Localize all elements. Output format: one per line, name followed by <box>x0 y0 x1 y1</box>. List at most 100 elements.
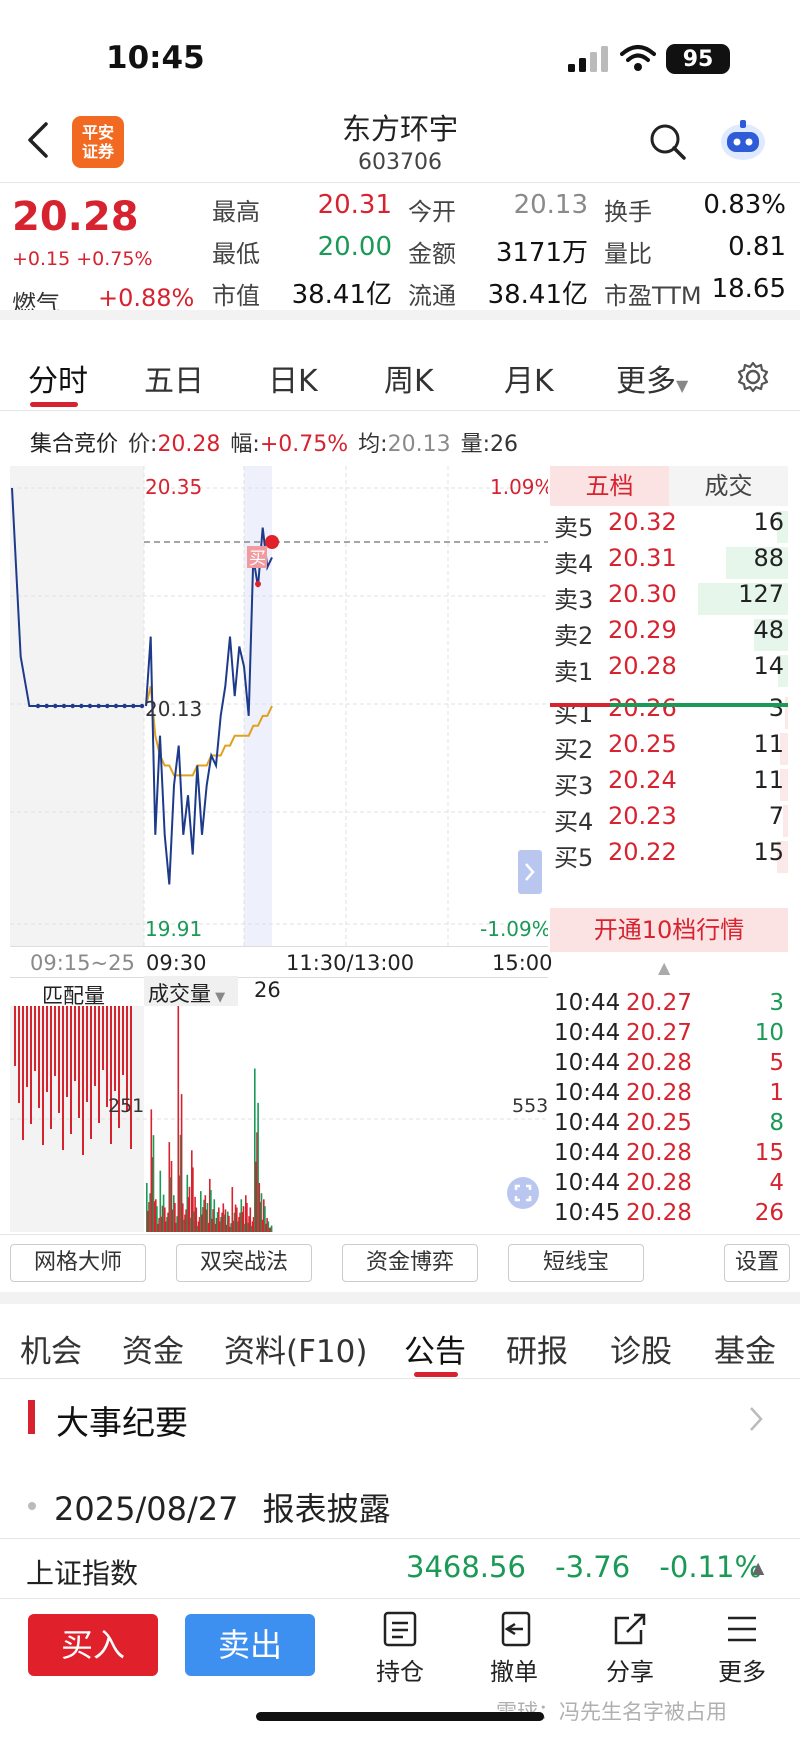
news-tab-research[interactable]: 研报 <box>506 1326 568 1371</box>
tab-weekly-k[interactable]: 周K <box>384 356 434 400</box>
tick-volume: 5 <box>769 1050 784 1076</box>
cancel-order-icon <box>501 1611 531 1647</box>
ai-robot-icon[interactable] <box>716 116 770 164</box>
news-tab-fund[interactable]: 基金 <box>714 1326 776 1371</box>
level-price: 20.32 <box>608 508 677 536</box>
auction-price-label: 价: <box>128 432 158 457</box>
auction-avg-label: 均: <box>358 432 388 457</box>
quote-label: 流通 <box>408 282 456 310</box>
bid-row[interactable]: 买3 20.24 11 <box>550 766 788 804</box>
auction-volume-bar <box>58 1006 60 1113</box>
auction-volume-bar <box>98 1006 100 1123</box>
tick-time: 10:44 <box>554 1050 621 1076</box>
auction-volume-bar <box>106 1006 108 1107</box>
news-tab-opportunity[interactable]: 机会 <box>20 1326 82 1371</box>
auction-volume-bar <box>82 1006 84 1155</box>
auction-volume-bar <box>94 1006 96 1086</box>
more-button[interactable]: 更多 <box>702 1610 782 1687</box>
tool-double-breakout[interactable]: 双突战法 <box>176 1244 312 1282</box>
bid-row[interactable]: 买1 20.26 3 <box>550 694 788 732</box>
index-expand-icon[interactable]: ▲ <box>752 1558 764 1577</box>
level-price: 20.24 <box>608 766 677 794</box>
expand-orderbook-icon[interactable] <box>518 850 542 894</box>
index-name[interactable]: 上证指数 <box>26 1552 138 1592</box>
tick-volume: 8 <box>769 1110 784 1136</box>
tick-time: 10:44 <box>554 1140 621 1166</box>
event-item[interactable]: 2025/08/27 报表披露 <box>54 1484 391 1530</box>
time-close: 15:00 <box>492 951 553 975</box>
index-values: 3468.56 -3.76 -0.11% <box>406 1550 762 1584</box>
tick-volume: 26 <box>754 1200 784 1226</box>
auction-vol: 量:26 <box>461 426 518 458</box>
time-open: 09:30 <box>146 951 207 975</box>
chevron-right-icon[interactable] <box>746 1404 766 1434</box>
auction-point <box>105 703 110 709</box>
ask-row[interactable]: 卖1 20.28 14 <box>550 652 788 690</box>
time-mid: 11:30/13:00 <box>286 951 415 975</box>
tab-five-day[interactable]: 五日 <box>144 356 204 400</box>
tool-grid-master[interactable]: 网格大师 <box>10 1244 146 1282</box>
tool-settings[interactable]: 设置 <box>724 1244 790 1282</box>
upgrade-10-level-button[interactable]: 开通10档行情 <box>550 908 788 952</box>
tab-more[interactable]: 更多▼ <box>616 356 688 400</box>
tool-short-line[interactable]: 短线宝 <box>508 1244 644 1282</box>
volume-chart[interactable]: 251 553 <box>0 1006 548 1232</box>
dropdown-caret-icon: ▼ <box>676 376 689 395</box>
index-value: 3468.56 <box>406 1550 526 1584</box>
quote-value: 20.13 <box>513 190 588 220</box>
volume-bar <box>785 697 788 729</box>
share-button[interactable]: 分享 <box>590 1610 670 1687</box>
bid-row[interactable]: 买4 20.23 7 <box>550 802 788 840</box>
auction-volume-bar <box>74 1006 76 1081</box>
auction-point <box>139 703 145 709</box>
level-volume: 7 <box>768 802 784 830</box>
news-tab-capital[interactable]: 资金 <box>122 1326 184 1371</box>
news-tab-diagnosis[interactable]: 诊股 <box>610 1326 672 1371</box>
holdings-button[interactable]: 持仓 <box>360 1610 440 1687</box>
tab-intraday[interactable]: 分时 <box>28 356 88 400</box>
tick-price: 20.25 <box>626 1110 692 1136</box>
ask-row[interactable]: 卖3 20.30 127 <box>550 580 788 618</box>
tick-volume: 15 <box>754 1140 784 1166</box>
quote-value: 20.00 <box>317 232 392 262</box>
home-indicator[interactable] <box>256 1712 544 1721</box>
timeline-dot <box>28 1502 36 1510</box>
tab-trades[interactable]: 成交 <box>669 466 788 506</box>
settings-gear-icon[interactable] <box>736 360 770 394</box>
bid-row[interactable]: 买2 20.25 11 <box>550 730 788 768</box>
stock-code: 603706 <box>358 150 442 175</box>
broker-logo-text: 平安 证券 <box>81 123 114 161</box>
ask-row[interactable]: 卖2 20.29 48 <box>550 616 788 654</box>
quote-label: 换手 <box>604 198 652 226</box>
back-arrow-icon[interactable] <box>22 118 56 162</box>
news-tab-f10[interactable]: 资料(F10) <box>224 1326 367 1371</box>
quote-value: 0.83% <box>703 190 786 220</box>
tick-time: 10:44 <box>554 1110 621 1136</box>
level-price: 20.30 <box>608 580 677 608</box>
tab-five-levels[interactable]: 五档 <box>550 466 669 506</box>
tab-more-label: 更多 <box>616 364 676 399</box>
tab-monthly-k[interactable]: 月K <box>504 356 554 400</box>
auction-info-bar: 集合竞价 价:20.28 幅:+0.75% 均:20.13 量:26 <box>30 426 518 458</box>
buy-button[interactable]: 买入 <box>28 1614 158 1676</box>
auction-volume-bar <box>42 1006 44 1145</box>
auction-volume-bar <box>66 1006 68 1097</box>
tick-price: 20.28 <box>626 1080 692 1106</box>
cancel-order-button[interactable]: 撤单 <box>474 1610 554 1687</box>
intraday-price-chart[interactable]: 买 20.35 1.09% 20.13 19.91 -1.09% <box>0 466 548 946</box>
tool-capital-game[interactable]: 资金博弈 <box>342 1244 478 1282</box>
ask-row[interactable]: 卖5 20.32 16 <box>550 508 788 546</box>
vol-right-axis: 553 <box>512 1095 548 1117</box>
broker-logo[interactable]: 平安 证券 <box>72 116 124 168</box>
bid-row[interactable]: 买5 20.22 15 <box>550 838 788 876</box>
ask-row[interactable]: 卖4 20.31 88 <box>550 544 788 582</box>
collapse-up-icon[interactable]: ▲ <box>658 958 670 977</box>
vol-indicator-dropdown[interactable]: 成交量 ▼ <box>144 976 238 1006</box>
tab-daily-k[interactable]: 日K <box>268 356 318 400</box>
auction-vol-label: 量: <box>460 432 490 457</box>
trade-dot <box>255 581 261 587</box>
search-icon[interactable] <box>648 122 688 162</box>
sell-button[interactable]: 卖出 <box>185 1614 315 1676</box>
fullscreen-icon[interactable] <box>506 1176 540 1210</box>
news-tab-announcements[interactable]: 公告 <box>404 1326 466 1371</box>
